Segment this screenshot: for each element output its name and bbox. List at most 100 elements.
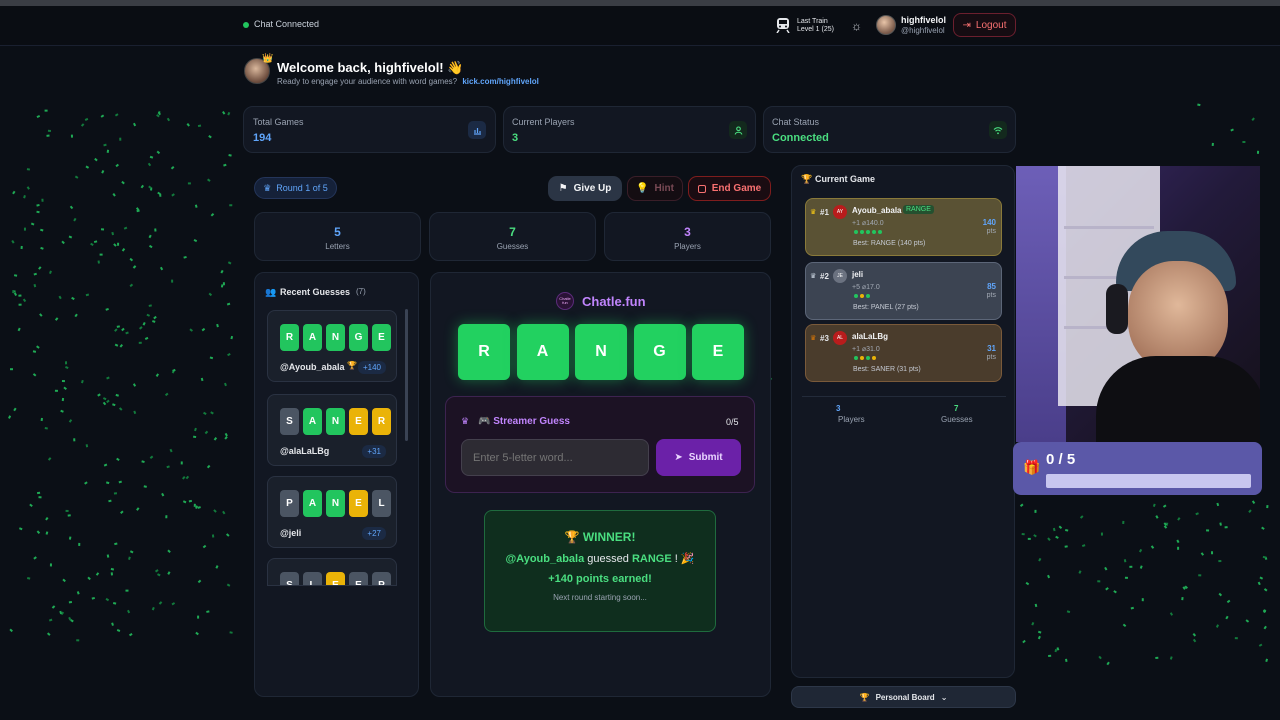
confetti-piece bbox=[76, 639, 80, 642]
confetti-piece bbox=[182, 500, 187, 504]
confetti-piece bbox=[19, 527, 23, 531]
user-avatar[interactable] bbox=[876, 15, 896, 35]
guess-dot bbox=[854, 356, 858, 360]
confetti-piece bbox=[208, 135, 212, 139]
confetti-piece bbox=[1034, 603, 1038, 608]
winner-card: 🏆 WINNER! @Ayoub_abala guessed RANGE ! 🎉… bbox=[484, 510, 716, 632]
guess-user: @Ayoub_abala bbox=[280, 362, 345, 372]
logout-button[interactable]: ⇥ Logout bbox=[953, 13, 1016, 37]
confetti-piece bbox=[201, 327, 206, 332]
hint-button[interactable]: 💡 Hint bbox=[627, 176, 683, 201]
confetti-piece bbox=[9, 628, 13, 633]
confetti-piece bbox=[227, 261, 232, 265]
player-row[interactable]: ♛ #1 AY Ayoub_abala RANGE +1 ⌀140.0 Best: RANG… bbox=[805, 198, 1002, 256]
confetti-piece bbox=[1081, 544, 1086, 547]
letter-tile: R bbox=[372, 408, 391, 435]
winner-word: RANGE bbox=[631, 553, 672, 565]
winner-guessed: guessed bbox=[587, 553, 629, 565]
confetti-piece bbox=[33, 272, 38, 276]
word-input[interactable] bbox=[461, 439, 649, 476]
logout-icon: ⇥ bbox=[962, 19, 971, 31]
submit-button[interactable]: ➤ Submit bbox=[656, 439, 741, 476]
crown-icon: 👑 bbox=[262, 53, 274, 63]
confetti-piece bbox=[1177, 546, 1180, 550]
confetti-piece bbox=[1258, 643, 1263, 647]
confetti-piece bbox=[84, 117, 89, 121]
confetti-piece bbox=[112, 403, 116, 407]
confetti-piece bbox=[63, 386, 67, 391]
confetti-piece bbox=[202, 544, 207, 549]
counter-label: Letters bbox=[325, 242, 350, 251]
player-row[interactable]: ♛ #3 AL alaLaLBg +1 ⌀31.0 Best: SANER (31 pts… bbox=[805, 324, 1002, 382]
confetti-piece bbox=[29, 503, 33, 508]
player-row[interactable]: ♛ #2 JE jeli +5 ⌀17.0 Best: PANEL (27 pts) 85 p… bbox=[805, 262, 1002, 320]
confetti-piece bbox=[1251, 500, 1256, 505]
confetti-piece bbox=[54, 317, 59, 321]
confetti-piece bbox=[20, 245, 23, 250]
guess-card: S A N E R @alaLaLBg +31 bbox=[267, 394, 397, 466]
end-game-button[interactable]: End Game bbox=[688, 176, 771, 201]
confetti-piece bbox=[164, 392, 169, 397]
confetti-piece bbox=[1169, 656, 1173, 660]
confetti-piece bbox=[194, 427, 197, 432]
player-name: Ayoub_abala bbox=[852, 206, 902, 215]
player-points: 140 bbox=[982, 218, 996, 227]
user-handle: @highfivelol bbox=[901, 26, 945, 35]
points-badge: +31 bbox=[362, 445, 386, 458]
player-points: 31 bbox=[987, 344, 996, 353]
confetti-piece bbox=[102, 401, 107, 406]
welcome-subtitle: Ready to engage your audience with word … bbox=[277, 77, 539, 86]
channel-link[interactable]: kick.com/highfivelol bbox=[462, 77, 538, 86]
confetti-piece bbox=[1129, 565, 1133, 568]
confetti-piece bbox=[129, 283, 134, 288]
give-up-button[interactable]: ⚑ Give Up bbox=[548, 176, 622, 201]
confetti-piece bbox=[142, 321, 146, 326]
confetti-piece bbox=[136, 209, 140, 213]
confetti-piece bbox=[1251, 117, 1255, 121]
confetti-piece bbox=[1130, 606, 1134, 610]
scrollbar-thumb[interactable] bbox=[405, 309, 408, 441]
confetti-piece bbox=[13, 407, 17, 412]
confetti-piece bbox=[1124, 576, 1128, 579]
guess-dot bbox=[860, 230, 864, 234]
confetti-piece bbox=[99, 253, 103, 256]
confetti-piece bbox=[1211, 551, 1214, 555]
confetti-piece bbox=[1106, 661, 1110, 666]
confetti-piece bbox=[206, 610, 210, 613]
confetti-piece bbox=[106, 376, 110, 380]
confetti-piece bbox=[223, 163, 227, 167]
confetti-piece bbox=[26, 577, 31, 580]
player-rank: #2 bbox=[820, 272, 829, 281]
confetti-piece bbox=[120, 510, 124, 515]
letter-tile: A bbox=[303, 408, 322, 435]
confetti-piece bbox=[156, 150, 161, 155]
confetti-piece bbox=[1065, 528, 1069, 532]
confetti-piece bbox=[1034, 509, 1037, 513]
confetti-piece bbox=[166, 465, 170, 469]
confetti-piece bbox=[171, 193, 175, 197]
winner-points: +140 points earned! bbox=[548, 573, 652, 585]
welcome-subtitle-text: Ready to engage your audience with word … bbox=[277, 77, 458, 86]
confetti-piece bbox=[74, 175, 79, 179]
counter-label: Players bbox=[674, 242, 701, 251]
confetti-piece bbox=[1257, 581, 1261, 586]
confetti-piece bbox=[1122, 520, 1125, 524]
confetti-piece bbox=[105, 481, 110, 485]
confetti-piece bbox=[41, 198, 44, 202]
webcam-headphone bbox=[1106, 284, 1128, 334]
hint-label: Hint bbox=[654, 183, 674, 194]
confetti-piece bbox=[220, 284, 224, 288]
confetti-piece bbox=[1200, 552, 1205, 556]
letter-tile: P bbox=[372, 572, 391, 585]
confetti-piece bbox=[1047, 574, 1051, 579]
gift-icon: 🎁 bbox=[1023, 459, 1041, 475]
confetti-piece bbox=[1078, 570, 1082, 574]
confetti-piece bbox=[106, 554, 110, 558]
confetti-piece bbox=[114, 542, 118, 546]
streamer-guess-label: 🎮 Streamer Guess bbox=[478, 416, 570, 427]
confetti-piece bbox=[222, 111, 226, 115]
theme-toggle-sun-icon[interactable]: ☼ bbox=[851, 19, 862, 33]
personal-board-button[interactable]: 🏆 Personal Board ⌄ bbox=[791, 686, 1016, 708]
confetti-piece bbox=[127, 609, 131, 614]
letter-tile: E bbox=[349, 490, 368, 517]
